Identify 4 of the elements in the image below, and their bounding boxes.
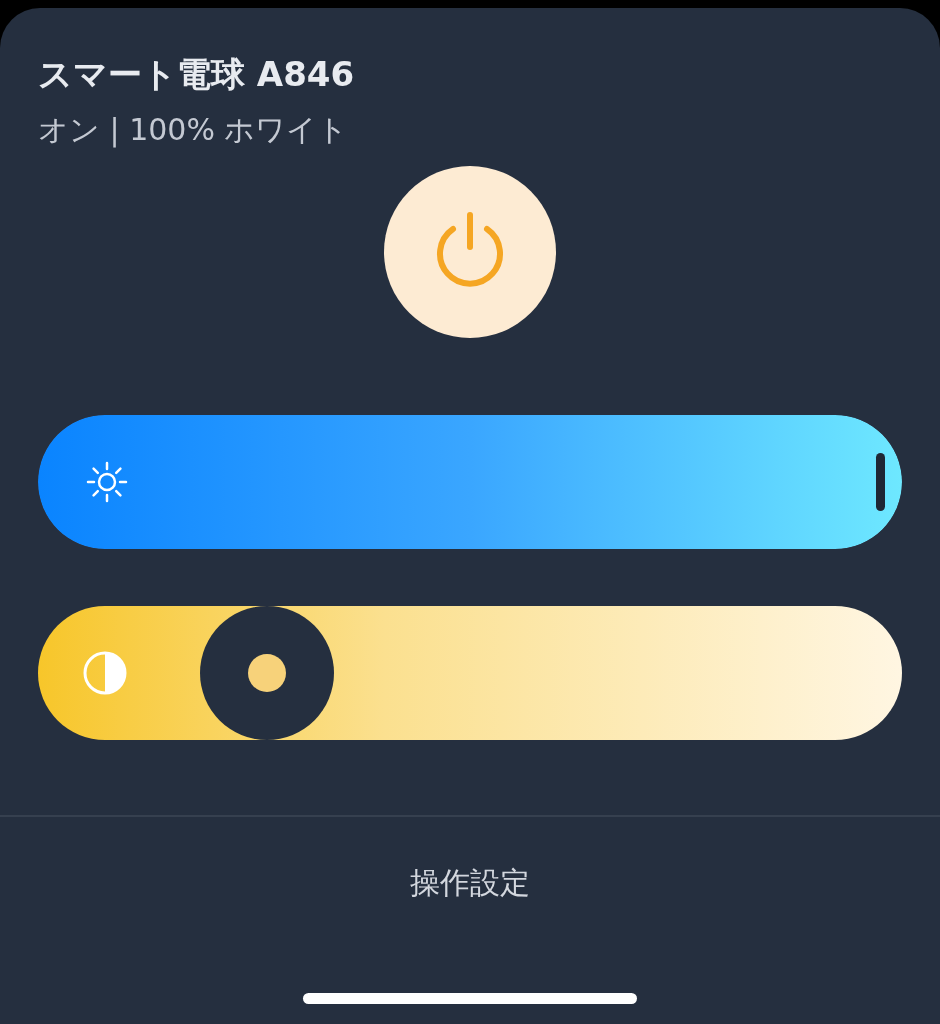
device-status: オン | 100% ホワイト — [38, 111, 350, 150]
settings-link[interactable]: 操作設定 — [402, 859, 538, 908]
slider-handle[interactable] — [876, 453, 885, 511]
device-title: スマート電球 A846 — [38, 53, 356, 96]
